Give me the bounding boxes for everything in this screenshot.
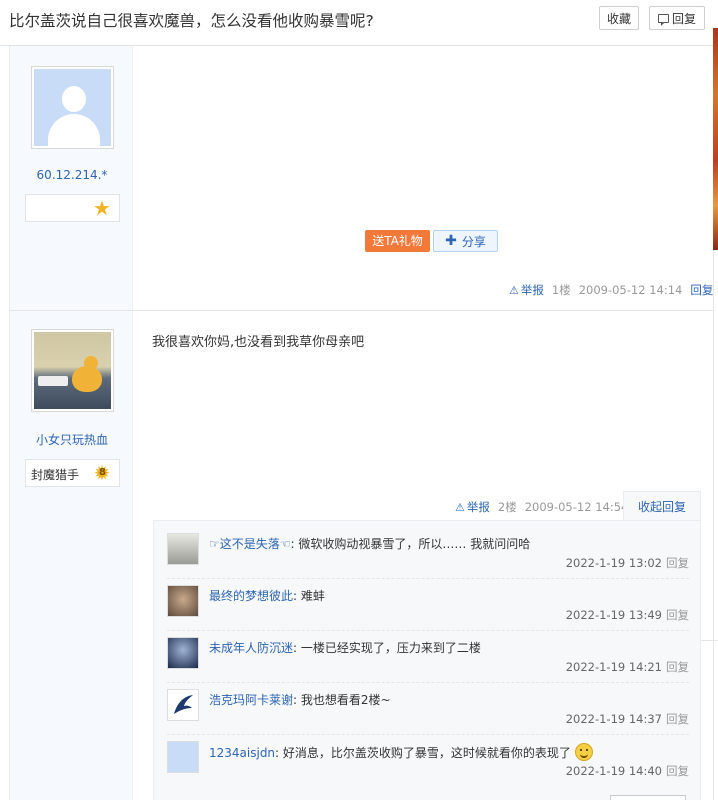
report-link[interactable]: ⚠ 举报 <box>455 499 490 515</box>
default-avatar-icon <box>34 69 111 146</box>
post-time: 2009-05-12 14:54 <box>524 500 629 514</box>
smiley-emoji-icon <box>574 743 593 761</box>
reply-author[interactable]: 最终的梦想彼此 <box>209 589 293 603</box>
reply-meta: 2022-1-19 14:21 回复 <box>566 659 689 675</box>
avatar[interactable] <box>167 741 199 773</box>
post-floor-1: 60.12.214.* ★ 送TA礼物 ✚ 分享 ⚠ 举报 1楼 2009-05… <box>9 46 713 311</box>
share-label: 分享 <box>461 234 486 249</box>
reply-text: 微软收购动视暴雪了，所以…… 我就问问哈 <box>298 537 531 551</box>
reply-link[interactable]: 回复 <box>666 764 689 778</box>
reply-button[interactable]: 回复 <box>649 6 705 30</box>
reply-line: 未成年人防沉迷: 一楼已经实现了，压力来到了二楼 <box>209 641 481 655</box>
author-name[interactable]: 60.12.214.* <box>10 168 134 182</box>
collapse-replies-button[interactable]: 收起回复 <box>623 491 701 521</box>
duck-avatar-image <box>34 332 111 409</box>
reply-line: 最终的梦想彼此: 难蚌 <box>209 589 325 603</box>
reply-input-button[interactable] <box>610 795 686 800</box>
reply-link[interactable]: 回复 <box>666 556 689 570</box>
reply-text: 好消息，比尔盖茨收购了暴雪，这时候就看你的表现了 <box>282 746 571 760</box>
send-gift-button[interactable]: 送TA礼物 <box>365 230 430 252</box>
report-label: 举报 <box>466 500 490 514</box>
divider <box>167 734 689 735</box>
avatar[interactable] <box>167 689 199 721</box>
divider <box>167 578 689 579</box>
post-meta: ⚠ 举报 1楼 2009-05-12 14:14 回复 <box>509 282 713 298</box>
author-name[interactable]: 小女只玩热血 <box>10 431 134 448</box>
divider <box>167 630 689 631</box>
fairy-tail-icon <box>174 695 193 714</box>
reply-line: 1234aisjdn: 好消息，比尔盖茨收购了暴雪，这时候就看你的表现了 <box>209 743 593 761</box>
share-plus-icon: ✚ <box>445 233 457 249</box>
list-item: 浩克玛阿卡莱谢: 我也想看看2楼~ 2022-1-19 14:37 回复 <box>167 689 689 740</box>
list-item: ☞这不是失落☜: 微软收购动视暴雪了，所以…… 我就问问哈 2022-1-19 … <box>167 533 689 584</box>
collect-button[interactable]: 收藏 <box>599 6 639 30</box>
post-meta: ⚠ 举报 2楼 2009-05-12 14:54 <box>455 499 628 515</box>
list-item: 未成年人防沉迷: 一楼已经实现了，压力来到了二楼 2022-1-19 14:21… <box>167 637 689 688</box>
reply-author[interactable]: 浩克玛阿卡莱谢 <box>209 693 293 707</box>
reply-text: 一楼已经实现了，压力来到了二楼 <box>300 641 481 655</box>
reply-author[interactable]: 未成年人防沉迷 <box>209 641 293 655</box>
star-icon: ★ <box>93 196 111 220</box>
share-button[interactable]: ✚ 分享 <box>433 230 498 252</box>
reply-link[interactable]: 回复 <box>666 608 689 622</box>
report-link[interactable]: ⚠ 举报 <box>509 282 544 298</box>
reply-text: 我也想看看2楼~ <box>300 693 391 707</box>
floor-reply-link[interactable]: 回复 <box>690 282 713 298</box>
reply-link[interactable]: 回复 <box>666 660 689 674</box>
reply-time: 2022-1-19 13:02 <box>565 556 662 570</box>
avatar[interactable] <box>31 66 114 149</box>
warning-icon: ⚠ <box>455 500 465 514</box>
avatar[interactable] <box>31 329 114 412</box>
level-number: 8 <box>99 467 106 478</box>
list-item: 1234aisjdn: 好消息，比尔盖茨收购了暴雪，这时候就看你的表现了 202… <box>167 741 689 792</box>
reply-time: 2022-1-19 14:40 <box>565 764 662 778</box>
avatar[interactable] <box>167 637 199 669</box>
divider <box>713 250 714 800</box>
reply-time: 2022-1-19 14:21 <box>565 660 662 674</box>
post-floor-2: 小女只玩热血 封魔猎手 ✹ 8 我很喜欢你妈,也没看到我草你母亲吧 ⚠ 举报 2… <box>9 311 713 800</box>
reply-line: ☞这不是失落☜: 微软收购动视暴雪了，所以…… 我就问问哈 <box>209 537 531 551</box>
reply-link[interactable]: 回复 <box>666 712 689 726</box>
report-label: 举报 <box>520 283 544 297</box>
thread-title: 比尔盖茨说自己很喜欢魔兽，怎么没看他收购暴雪呢? <box>9 12 374 30</box>
floor-number: 2楼 <box>497 500 517 514</box>
author-sidebar: 小女只玩热血 封魔猎手 ✹ 8 <box>9 311 133 800</box>
reply-line: 浩克玛阿卡莱谢: 我也想看看2楼~ <box>209 693 391 707</box>
level-badge: ★ <box>25 194 120 222</box>
reply-time: 2022-1-19 14:37 <box>565 712 662 726</box>
reply-author[interactable]: 1234aisjdn <box>209 746 275 760</box>
reply-meta: 2022-1-19 14:37 回复 <box>566 711 689 727</box>
author-sidebar: 60.12.214.* ★ <box>9 46 133 310</box>
warning-icon: ⚠ <box>509 283 519 297</box>
reply-list: ☞这不是失落☜: 微软收购动视暴雪了，所以…… 我就问问哈 2022-1-19 … <box>153 520 701 800</box>
side-banner-image <box>713 28 718 250</box>
avatar[interactable] <box>167 585 199 617</box>
reply-author[interactable]: ☞这不是失落☜ <box>209 537 291 551</box>
divider <box>167 682 689 683</box>
post-content: 我很喜欢你妈,也没看到我草你母亲吧 <box>152 335 365 350</box>
thread-header: 比尔盖茨说自己很喜欢魔兽，怎么没看他收购暴雪呢? 收藏 回复 <box>0 0 713 46</box>
reply-button-label: 回复 <box>671 11 696 26</box>
level-name: 封魔猎手 <box>31 468 80 482</box>
reply-text: 难蚌 <box>300 589 325 603</box>
avatar[interactable] <box>167 533 199 565</box>
reply-time: 2022-1-19 13:49 <box>565 608 662 622</box>
level-badge: 封魔猎手 ✹ 8 <box>25 459 120 487</box>
reply-meta: 2022-1-19 14:40 回复 <box>566 763 689 779</box>
list-item: 最终的梦想彼此: 难蚌 2022-1-19 13:49 回复 <box>167 585 689 636</box>
reply-icon <box>657 13 669 26</box>
floor-number: 1楼 <box>551 283 571 297</box>
reply-meta: 2022-1-19 13:02 回复 <box>566 555 689 571</box>
reply-meta: 2022-1-19 13:49 回复 <box>566 607 689 623</box>
post-time: 2009-05-12 14:14 <box>578 283 683 297</box>
